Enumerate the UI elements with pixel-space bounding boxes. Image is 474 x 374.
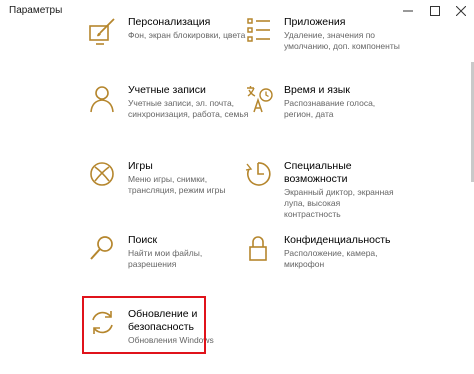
close-icon: [456, 6, 466, 16]
tile-description: Распознавание голоса, регион, дата: [284, 98, 376, 119]
tile-label: Персонализация: [128, 16, 211, 28]
tile-time-language[interactable]: Время и язык Распознавание голоса, регио…: [244, 84, 444, 144]
tile-label: Учетные записи: [128, 84, 206, 96]
search-icon: [88, 234, 122, 268]
privacy-lock-icon: [244, 234, 278, 268]
ease-of-access-icon: [244, 160, 278, 194]
close-button[interactable]: [448, 0, 474, 22]
highlight-frame: [82, 296, 206, 354]
tile-label: Игры: [128, 160, 153, 172]
tile-description: Экранный диктор, экранная лупа, высокая …: [284, 187, 394, 219]
tile-label-line2: возможности: [284, 173, 348, 185]
personalization-icon: [88, 16, 122, 50]
gaming-icon: [88, 160, 122, 194]
tile-label: Конфиденциальность: [284, 234, 391, 246]
time-language-icon: [244, 84, 278, 118]
tile-ease-of-access[interactable]: Специальные возможности Экранный диктор,…: [244, 160, 444, 220]
tile-apps[interactable]: Приложения Удаление, значения по умолчан…: [244, 16, 444, 76]
tile-description: Удаление, значения по умолчанию, доп. ко…: [284, 30, 400, 51]
tile-label: Поиск: [128, 234, 158, 246]
maximize-icon: [430, 6, 440, 16]
apps-icon: [244, 16, 278, 50]
tile-description: Расположение, камера, микрофон: [284, 248, 378, 269]
accounts-icon: [88, 84, 122, 118]
settings-window: Параметры Персонализация Фон, экран блок…: [0, 0, 474, 374]
tile-label: Время и язык: [284, 84, 350, 96]
scrollbar[interactable]: [470, 22, 474, 374]
minimize-icon: [403, 10, 413, 12]
window-title: Параметры: [9, 5, 63, 16]
tile-label: Специальные: [284, 160, 352, 172]
tile-label: Приложения: [284, 16, 346, 28]
tile-privacy[interactable]: Конфиденциальность Расположение, камера,…: [244, 234, 444, 294]
